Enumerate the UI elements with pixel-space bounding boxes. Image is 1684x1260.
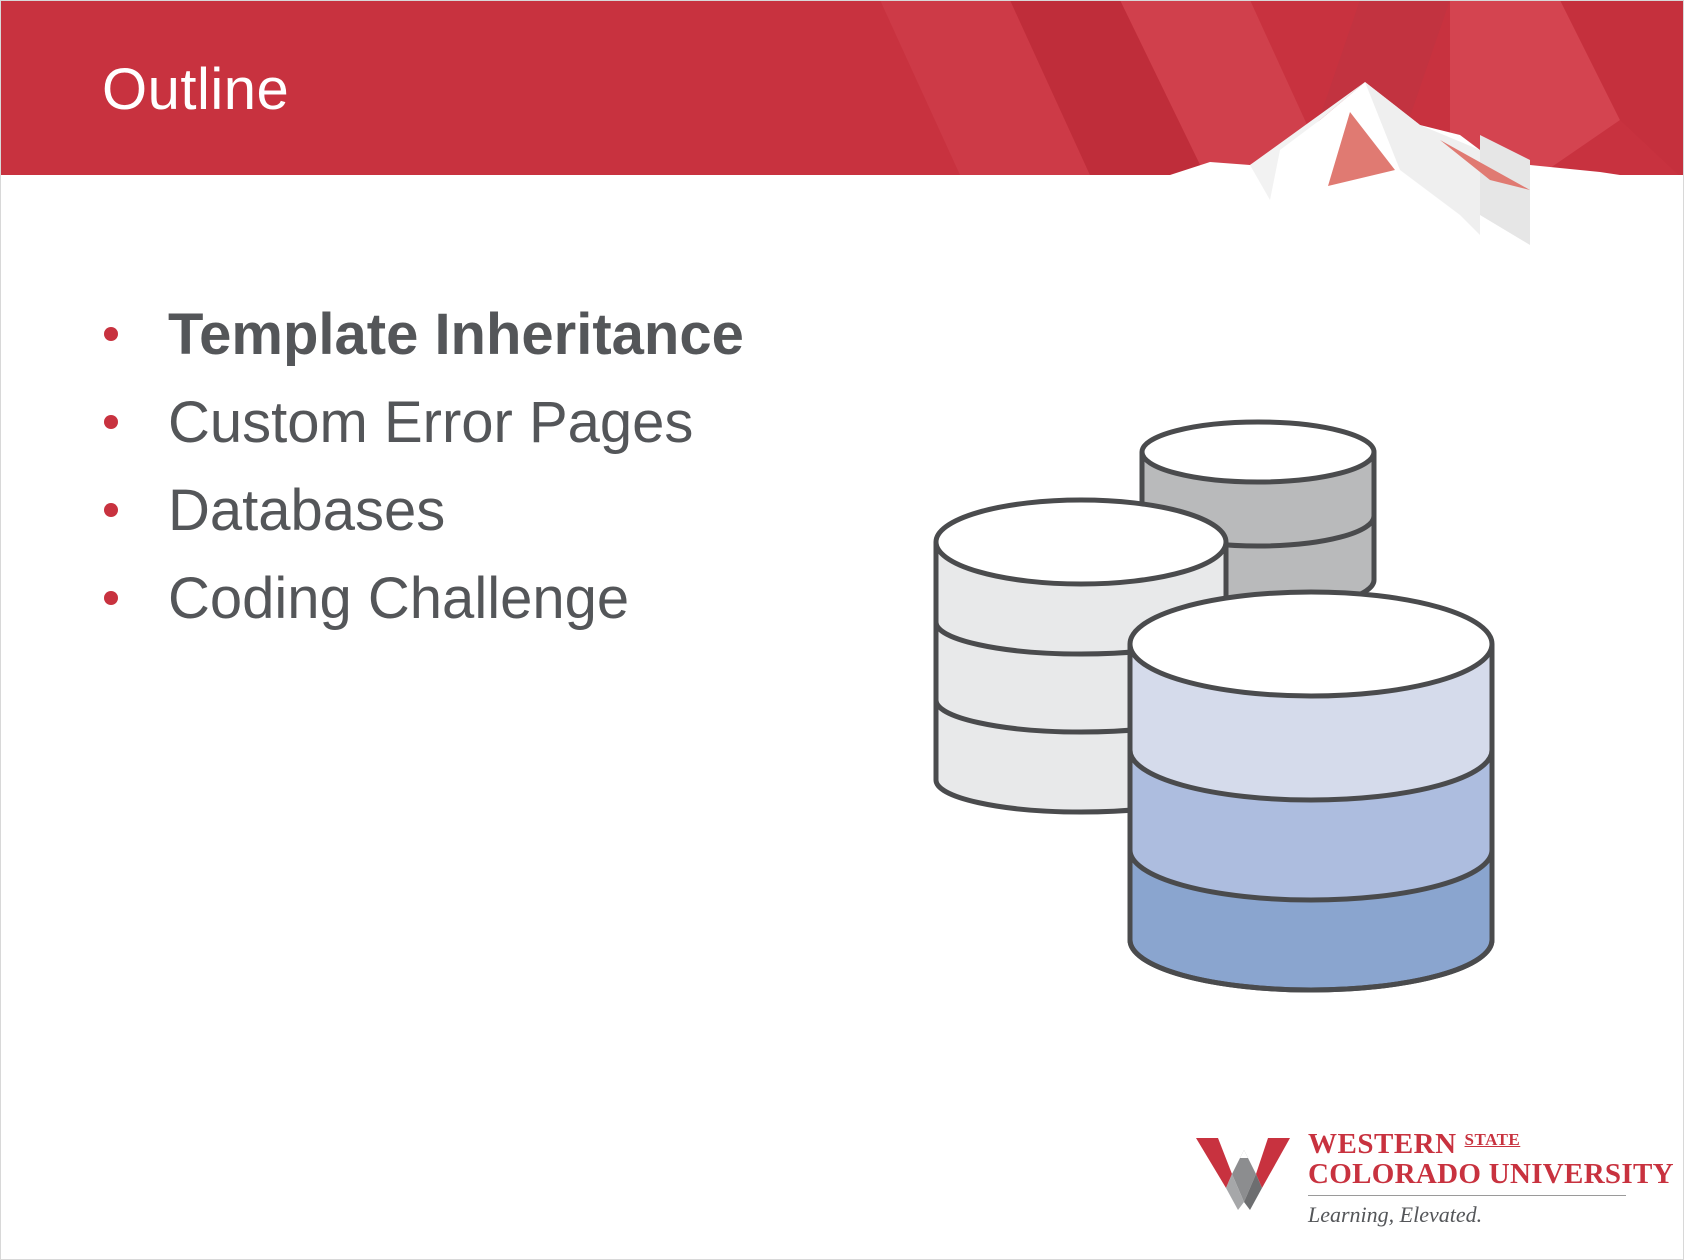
- header-mountain-graphic: [0, 0, 1684, 245]
- bullet-dot-icon: [104, 591, 118, 605]
- bullet-list: Template Inheritance Custom Error Pages …: [100, 290, 744, 642]
- logo-state: STATE: [1464, 1130, 1521, 1149]
- bullet-item: Template Inheritance: [100, 290, 744, 378]
- slide-title: Outline: [102, 57, 290, 122]
- database-stack-icon: [933, 419, 1495, 993]
- bullet-dot-icon: [104, 503, 118, 517]
- bullet-item: Databases: [100, 466, 744, 554]
- bullet-dot-icon: [104, 415, 118, 429]
- bullet-label: Custom Error Pages: [168, 389, 694, 455]
- w-mountain-logo-icon: [1196, 1138, 1290, 1210]
- bullet-item: Coding Challenge: [100, 554, 744, 642]
- bullet-dot-icon: [104, 327, 118, 341]
- logo-text-line1: WESTERN STATE: [1308, 1128, 1520, 1161]
- logo-western: WESTERN: [1308, 1128, 1457, 1160]
- university-logo: WESTERN STATE COLORADO UNIVERSITY Learnin…: [1196, 1122, 1674, 1232]
- bullet-label: Coding Challenge: [168, 565, 630, 631]
- bullet-label: Databases: [168, 477, 446, 543]
- logo-text-line2: COLORADO UNIVERSITY: [1308, 1158, 1674, 1190]
- bullet-item: Custom Error Pages: [100, 378, 744, 466]
- slide: Outline Template Inheritance Custom Erro…: [0, 0, 1684, 1260]
- logo-divider: [1308, 1195, 1626, 1196]
- logo-tagline: Learning, Elevated.: [1308, 1202, 1483, 1227]
- header-band: [0, 0, 1684, 260]
- bullet-label: Template Inheritance: [168, 301, 744, 367]
- database-blue-icon: [1127, 589, 1495, 993]
